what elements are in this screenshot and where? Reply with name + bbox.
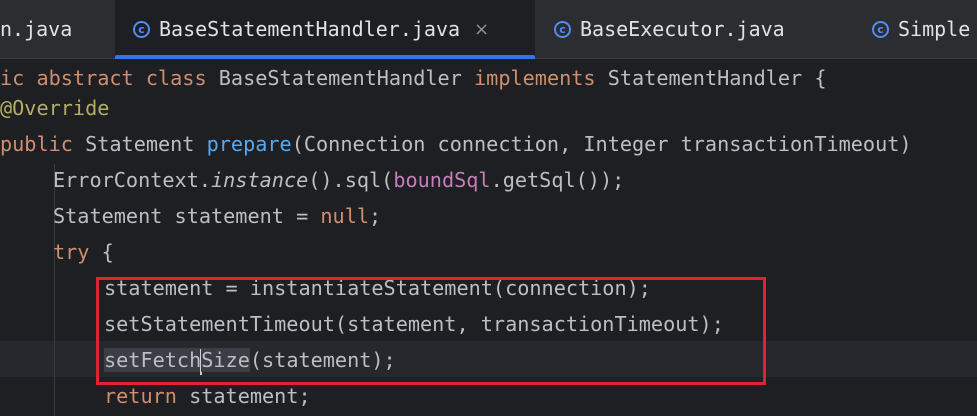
code-line-9: setFetchSize(statement); [104,342,396,378]
tab-base-statement-handler[interactable]: c BaseStatementHandler.java × [115,0,535,59]
identifier-highlight: setFetch [104,348,202,372]
tab-simple[interactable]: c Simple [872,0,977,58]
tab-label: BaseExecutor.java [580,17,785,41]
code-line-4: ErrorContext.instance().sql(boundSql.get… [53,168,625,192]
code-line-10: return statement; [104,384,311,408]
tab-partial-java[interactable]: n.java [0,0,110,58]
code-line-3: public Statement prepare(Connection conn… [0,132,912,156]
close-icon[interactable]: × [474,19,489,40]
code-line-6: try { [53,240,114,264]
class-icon: c [133,20,150,38]
tab-label: n.java [0,17,73,41]
tab-label: BaseStatementHandler.java [159,17,461,41]
code-line-8: setStatementTimeout(statement, transacti… [104,312,724,336]
code-editor[interactable]: ic abstract class BaseStatementHandler i… [0,59,977,416]
class-icon: c [872,20,889,38]
tab-label: Simple [898,17,971,41]
class-icon: c [554,20,571,38]
identifier-highlight: Size [201,348,250,372]
code-line-1: ic abstract class BaseStatementHandler i… [0,66,827,90]
editor-tab-bar: n.java c BaseStatementHandler.java × c B… [0,0,977,59]
tab-base-executor[interactable]: c BaseExecutor.java [554,0,844,58]
code-line-7: statement = instantiateStatement(connect… [104,276,651,300]
code-line-2: @Override [0,96,110,120]
code-line-5: Statement statement = null; [53,204,382,228]
